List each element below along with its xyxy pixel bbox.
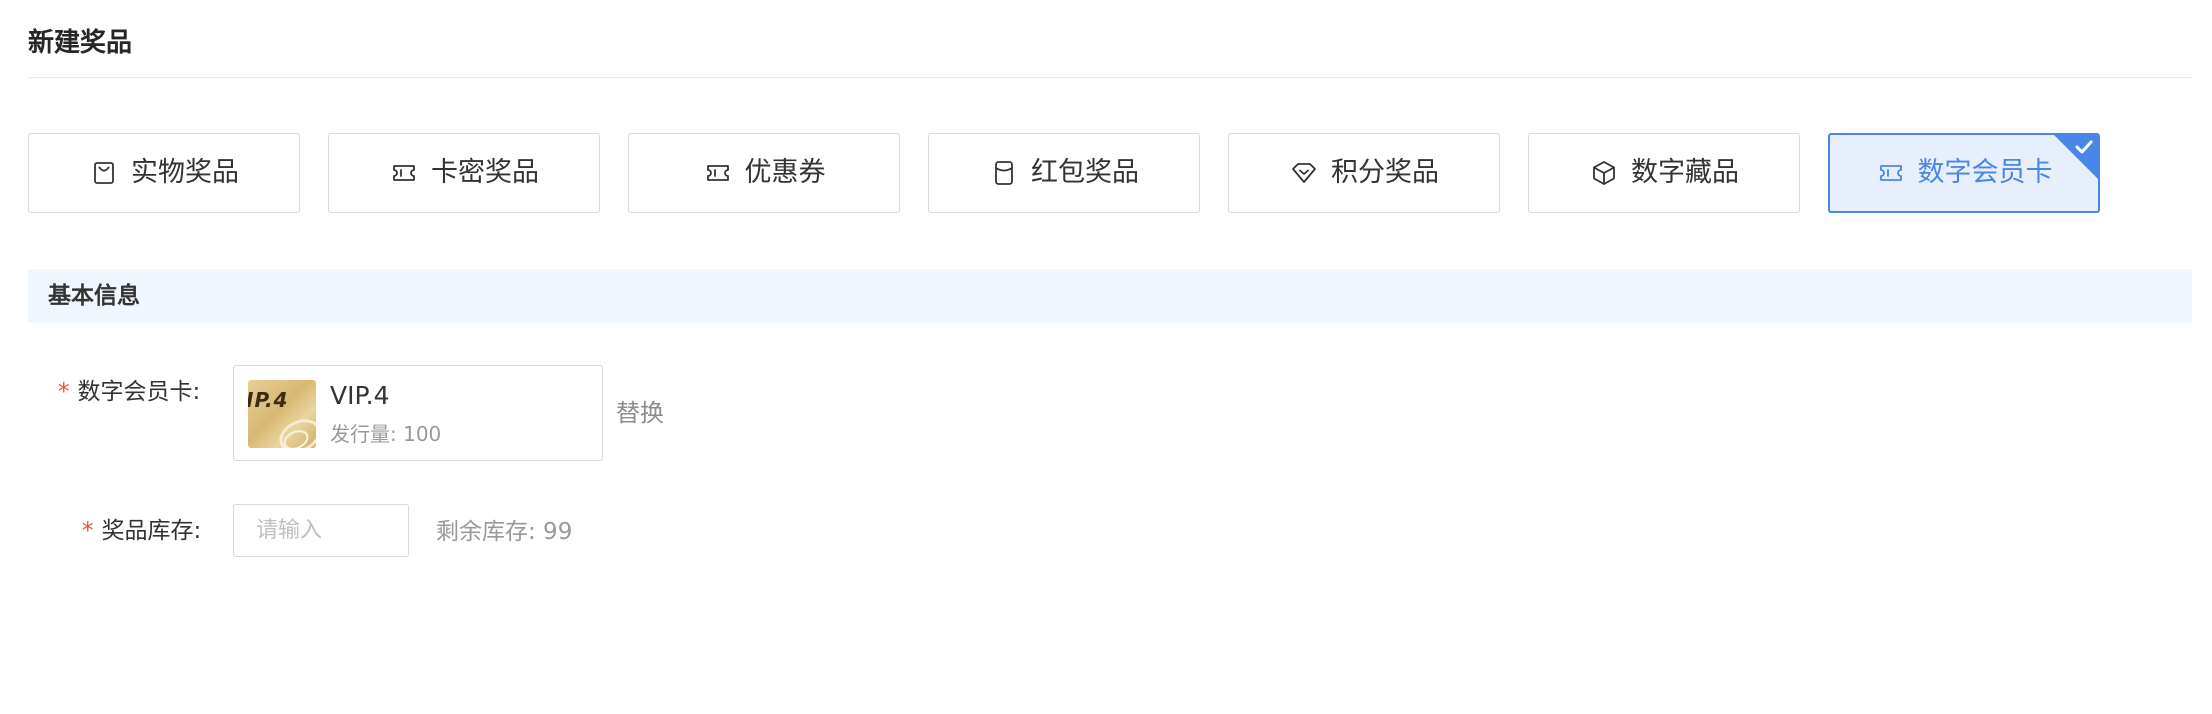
required-mark: *: [82, 518, 94, 544]
prize-type-digital-collectible[interactable]: 数字藏品: [1528, 133, 1800, 213]
member-card-preview: IP.4 VIP.4 发行量: 100: [233, 365, 603, 461]
coupon-icon: [703, 158, 733, 188]
prize-type-label: 积分奖品: [1331, 157, 1439, 188]
required-mark: *: [58, 379, 70, 405]
section-title: 基本信息: [48, 283, 140, 309]
member-card-label: * 数字会员卡:: [58, 376, 200, 408]
page-title: 新建奖品: [28, 28, 133, 58]
member-card-issue-count: 发行量: 100: [330, 422, 442, 446]
ticket-icon: [389, 158, 419, 188]
prize-type-card-code[interactable]: 卡密奖品: [328, 133, 600, 213]
selected-check-icon: [2054, 135, 2098, 179]
diamond-icon: [1289, 158, 1319, 188]
stock-label-text: 奖品库存:: [101, 518, 202, 544]
prize-type-red-envelope[interactable]: 红包奖品: [928, 133, 1200, 213]
page-header: 新建奖品: [28, 0, 2192, 78]
stock-label: * 奖品库存:: [82, 515, 201, 547]
member-card-label-text: 数字会员卡:: [77, 379, 201, 405]
prize-type-physical[interactable]: 实物奖品: [28, 133, 300, 213]
shopping-bag-icon: [89, 158, 119, 188]
remaining-stock-text: 剩余库存: 99: [436, 519, 573, 545]
member-card-thumbnail: IP.4: [248, 380, 316, 448]
prize-type-points[interactable]: 积分奖品: [1228, 133, 1500, 213]
member-card-icon: [1876, 158, 1906, 188]
prize-type-label: 卡密奖品: [431, 157, 539, 188]
prize-type-label: 优惠券: [744, 157, 826, 188]
thumbnail-decoration-icon: [279, 419, 316, 448]
cube-icon: [1589, 158, 1619, 188]
member-card-name: VIP.4: [330, 381, 390, 410]
prize-type-label: 实物奖品: [131, 157, 239, 188]
prize-type-label: 数字藏品: [1631, 157, 1739, 188]
section-basic-info: 基本信息: [28, 269, 2192, 323]
prize-type-label: 红包奖品: [1031, 157, 1139, 188]
red-envelope-icon: [989, 158, 1019, 188]
prize-type-label: 数字会员卡: [1917, 157, 2053, 188]
prize-type-coupon[interactable]: 优惠券: [628, 133, 900, 213]
prize-type-digital-member-card[interactable]: 数字会员卡: [1828, 133, 2100, 213]
stock-input[interactable]: [233, 504, 409, 557]
replace-button[interactable]: 替换: [616, 397, 664, 429]
